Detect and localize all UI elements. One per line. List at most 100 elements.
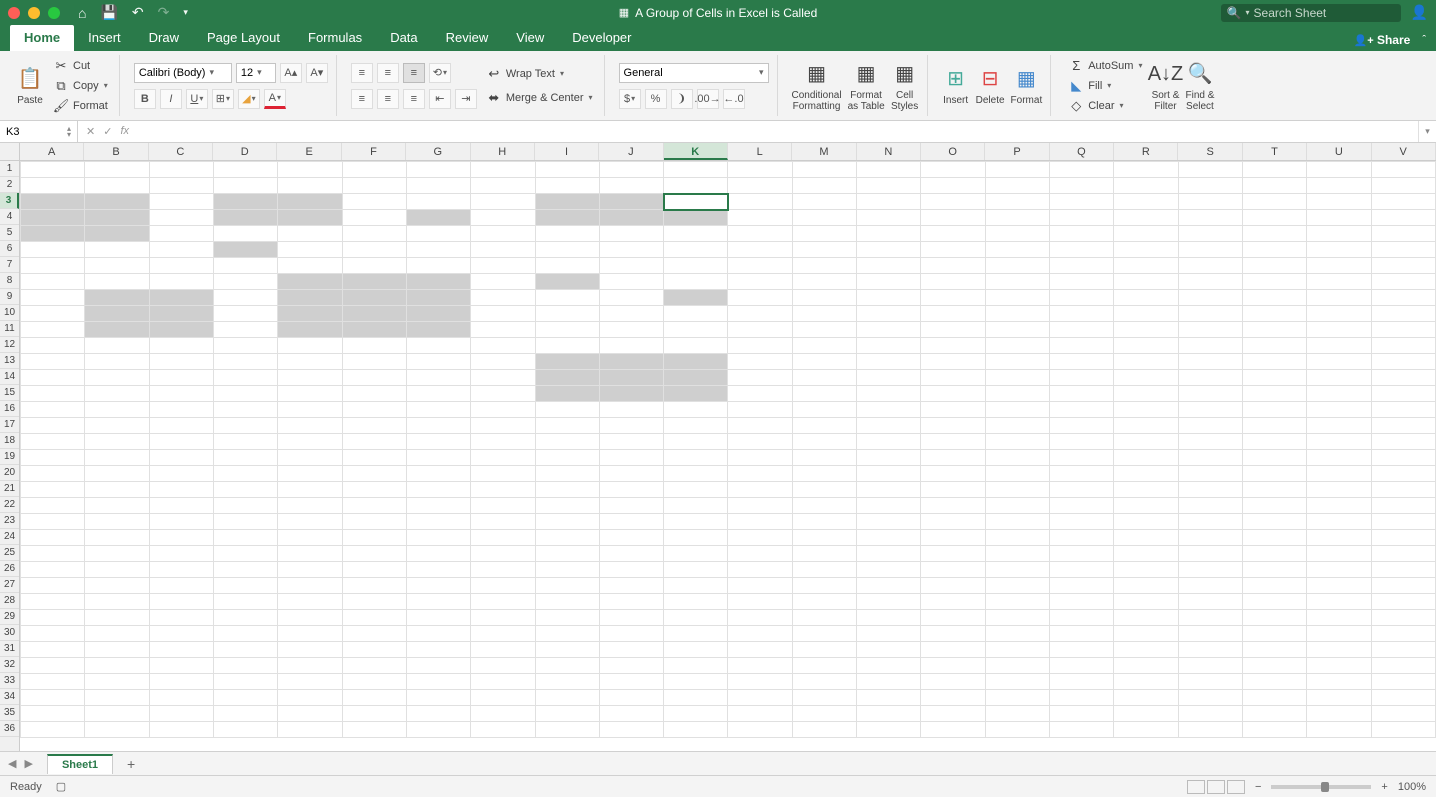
cell[interactable] bbox=[406, 210, 470, 226]
cell[interactable] bbox=[21, 402, 85, 418]
cell[interactable] bbox=[342, 482, 406, 498]
cell[interactable] bbox=[1050, 226, 1114, 242]
cell[interactable] bbox=[728, 626, 792, 642]
cell[interactable] bbox=[21, 546, 85, 562]
cell[interactable] bbox=[471, 162, 535, 178]
cell[interactable] bbox=[278, 706, 342, 722]
cell[interactable] bbox=[149, 626, 213, 642]
cell[interactable] bbox=[342, 530, 406, 546]
cell[interactable] bbox=[21, 418, 85, 434]
cell[interactable] bbox=[213, 386, 277, 402]
cell[interactable] bbox=[278, 402, 342, 418]
cell[interactable] bbox=[792, 354, 856, 370]
sheet-next-icon[interactable]: ▶ bbox=[24, 757, 32, 770]
cell[interactable] bbox=[599, 626, 663, 642]
cell[interactable] bbox=[1178, 402, 1242, 418]
cell[interactable] bbox=[985, 690, 1049, 706]
cell[interactable] bbox=[213, 226, 277, 242]
cell[interactable] bbox=[535, 626, 599, 642]
cell[interactable] bbox=[1050, 418, 1114, 434]
find-select-button[interactable]: 🔍Find & Select bbox=[1185, 60, 1214, 112]
cell[interactable] bbox=[471, 610, 535, 626]
cell[interactable] bbox=[406, 386, 470, 402]
cell[interactable] bbox=[213, 722, 277, 738]
cell[interactable] bbox=[857, 322, 921, 338]
cell[interactable] bbox=[535, 642, 599, 658]
cell[interactable] bbox=[857, 658, 921, 674]
cell[interactable] bbox=[85, 450, 149, 466]
cell[interactable] bbox=[599, 322, 663, 338]
cell[interactable] bbox=[664, 290, 728, 306]
cell[interactable] bbox=[342, 162, 406, 178]
cell[interactable] bbox=[857, 210, 921, 226]
cell[interactable] bbox=[1050, 690, 1114, 706]
cell[interactable] bbox=[1371, 498, 1435, 514]
cell[interactable] bbox=[1050, 642, 1114, 658]
cell[interactable] bbox=[921, 658, 985, 674]
col-header-P[interactable]: P bbox=[985, 143, 1049, 160]
cell[interactable] bbox=[21, 194, 85, 210]
cell[interactable] bbox=[149, 226, 213, 242]
cell[interactable] bbox=[1242, 242, 1306, 258]
cell[interactable] bbox=[792, 178, 856, 194]
cell[interactable] bbox=[921, 386, 985, 402]
cell[interactable] bbox=[1371, 354, 1435, 370]
cell[interactable] bbox=[1242, 642, 1306, 658]
cell[interactable] bbox=[213, 274, 277, 290]
cell[interactable] bbox=[921, 514, 985, 530]
cell[interactable] bbox=[792, 338, 856, 354]
cell[interactable] bbox=[1178, 530, 1242, 546]
row-header-36[interactable]: 36 bbox=[0, 721, 19, 737]
cell[interactable] bbox=[85, 706, 149, 722]
cell[interactable] bbox=[921, 482, 985, 498]
cell[interactable] bbox=[985, 370, 1049, 386]
zoom-slider[interactable] bbox=[1271, 785, 1371, 789]
cell[interactable] bbox=[1307, 258, 1371, 274]
cell[interactable] bbox=[1050, 210, 1114, 226]
cell[interactable] bbox=[1050, 242, 1114, 258]
cell[interactable] bbox=[857, 226, 921, 242]
cell[interactable] bbox=[213, 418, 277, 434]
row-header-15[interactable]: 15 bbox=[0, 385, 19, 401]
cell[interactable] bbox=[535, 690, 599, 706]
cell[interactable] bbox=[664, 306, 728, 322]
cell[interactable] bbox=[213, 530, 277, 546]
cell[interactable] bbox=[1178, 194, 1242, 210]
cell[interactable] bbox=[85, 290, 149, 306]
cell[interactable] bbox=[406, 450, 470, 466]
col-header-K[interactable]: K bbox=[664, 143, 728, 160]
zoom-level[interactable]: 100% bbox=[1398, 781, 1426, 793]
cell[interactable] bbox=[1242, 402, 1306, 418]
cell[interactable] bbox=[664, 450, 728, 466]
cell[interactable] bbox=[599, 386, 663, 402]
cell[interactable] bbox=[921, 690, 985, 706]
cell[interactable] bbox=[664, 162, 728, 178]
cell[interactable] bbox=[21, 466, 85, 482]
select-all-corner[interactable] bbox=[0, 143, 20, 161]
tab-view[interactable]: View bbox=[502, 25, 558, 51]
row-header-11[interactable]: 11 bbox=[0, 321, 19, 337]
cell[interactable] bbox=[278, 514, 342, 530]
format-painter-button[interactable]: 🖌Format bbox=[50, 97, 111, 115]
cell[interactable] bbox=[1242, 722, 1306, 738]
cell[interactable] bbox=[857, 290, 921, 306]
cell[interactable] bbox=[213, 434, 277, 450]
cell[interactable] bbox=[21, 226, 85, 242]
cell[interactable] bbox=[1050, 450, 1114, 466]
cell[interactable] bbox=[85, 370, 149, 386]
col-header-S[interactable]: S bbox=[1178, 143, 1242, 160]
row-header-19[interactable]: 19 bbox=[0, 449, 19, 465]
cell[interactable] bbox=[728, 290, 792, 306]
cell[interactable] bbox=[1242, 466, 1306, 482]
tab-data[interactable]: Data bbox=[376, 25, 431, 51]
cell[interactable] bbox=[857, 642, 921, 658]
cell[interactable] bbox=[664, 626, 728, 642]
border-button[interactable]: ⊞▾ bbox=[212, 89, 234, 109]
cell[interactable] bbox=[149, 658, 213, 674]
cell[interactable] bbox=[1178, 514, 1242, 530]
cell[interactable] bbox=[1178, 610, 1242, 626]
cell[interactable] bbox=[85, 530, 149, 546]
minimize-icon[interactable] bbox=[28, 7, 40, 19]
cell[interactable] bbox=[85, 610, 149, 626]
cell[interactable] bbox=[985, 706, 1049, 722]
